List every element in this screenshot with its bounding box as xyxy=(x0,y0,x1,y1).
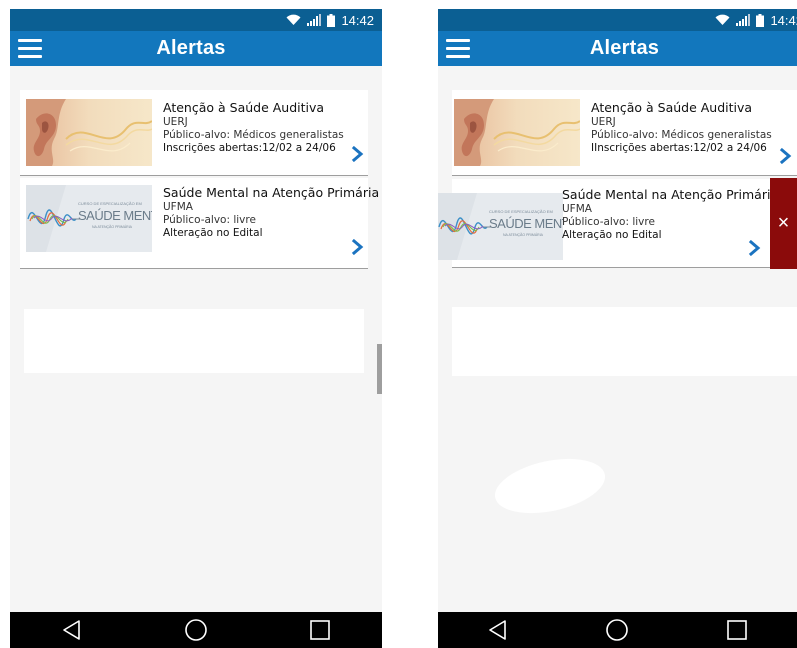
alert-institution: UFMA xyxy=(163,201,193,213)
chevron-right-icon[interactable] xyxy=(748,239,762,257)
alert-status: Alteração no Edital xyxy=(562,229,662,241)
ear-thumbnail xyxy=(26,99,152,166)
alert-institution: UERJ xyxy=(591,116,616,128)
logo-caption-top: CURSO DE ESPECIALIZAÇÃO EM xyxy=(78,201,142,206)
alerts-list: Atenção à Saúde Auditiva UERJ Público-al… xyxy=(10,66,382,612)
status-bar: 14:42 xyxy=(438,9,797,31)
logo-wordmark: SAÚDE MENTAL xyxy=(78,208,152,223)
logo-caption-bottom: NA ATENÇÃO PRIMÁRIA xyxy=(92,225,132,229)
status-time: 14:42 xyxy=(770,12,797,28)
back-icon[interactable] xyxy=(52,615,92,645)
alert-text: Saúde Mental na Atenção Primária UFMA Pú… xyxy=(163,184,379,240)
alert-title: Saúde Mental na Atenção Primária xyxy=(163,185,380,200)
battery-icon xyxy=(327,13,336,27)
alert-institution: UFMA xyxy=(562,203,592,215)
battery-icon xyxy=(756,13,765,27)
alert-card[interactable]: Atenção à Saúde Auditiva UERJ Público-al… xyxy=(452,90,797,176)
page-title: Alertas xyxy=(589,37,660,59)
alert-status: Inscrições abertas:12/02 a 24/06 xyxy=(163,142,336,154)
empty-card-placeholder xyxy=(24,309,364,373)
phone-screen-left: 14:42 Alertas Atenção à Saúde Auditiva U… xyxy=(10,9,382,648)
alert-audience: Público-alvo: livre xyxy=(163,214,256,226)
alert-card-swiped[interactable]: CURSO DE ESPECIALIZAÇÃO EM SAÚDE MENTAL … xyxy=(438,179,797,269)
ear-thumbnail xyxy=(454,99,580,166)
android-nav-bar xyxy=(438,612,797,648)
alert-status: Alteração no Edital xyxy=(163,227,263,239)
signal-icon xyxy=(736,14,751,26)
chevron-right-icon[interactable] xyxy=(351,145,365,163)
app-bar: Alertas xyxy=(10,31,382,66)
status-bar: 14:42 xyxy=(10,9,382,31)
alert-audience: Público-alvo: livre xyxy=(562,216,655,228)
touch-highlight xyxy=(490,449,610,523)
alert-card[interactable]: Atenção à Saúde Auditiva UERJ Público-al… xyxy=(20,90,368,176)
recents-icon[interactable] xyxy=(300,615,340,645)
logo-caption-top: CURSO DE ESPECIALIZAÇÃO EM xyxy=(489,209,553,214)
scrollbar[interactable] xyxy=(377,344,382,394)
home-icon[interactable] xyxy=(597,615,637,645)
alert-status: IInscrições abertas:12/02 a 24/06 xyxy=(591,142,767,154)
alert-title: Saúde Mental na Atenção Primária xyxy=(562,187,779,202)
alert-title: Atenção à Saúde Auditiva xyxy=(163,100,325,115)
saude-mental-logo-thumbnail: CURSO DE ESPECIALIZAÇÃO EM SAÚDE MENTAL … xyxy=(26,185,152,252)
alert-audience: Público-alvo: Médicos generalistas xyxy=(591,129,772,141)
wifi-icon xyxy=(286,14,301,26)
logo-caption-bottom: NA ATENÇÃO PRIMÁRIA xyxy=(503,233,543,237)
alert-audience: Público-alvo: Médicos generalistas xyxy=(163,129,344,141)
alert-institution: UERJ xyxy=(163,116,188,128)
alert-text: Saúde Mental na Atenção Primária UFMA Pú… xyxy=(562,186,778,242)
close-icon: × xyxy=(777,212,790,234)
home-icon[interactable] xyxy=(176,615,216,645)
delete-swipe-action[interactable]: × xyxy=(770,178,797,269)
android-nav-bar xyxy=(10,612,382,648)
phone-screen-right: 14:42 Alertas xyxy=(438,9,797,648)
saude-mental-logo-thumbnail: CURSO DE ESPECIALIZAÇÃO EM SAÚDE MENTAL … xyxy=(438,193,563,260)
back-icon[interactable] xyxy=(478,615,518,645)
recents-icon[interactable] xyxy=(717,615,757,645)
logo-wordmark: SAÚDE MENTAL xyxy=(489,216,563,231)
chevron-right-icon[interactable] xyxy=(351,238,365,256)
wifi-icon xyxy=(715,14,730,26)
alerts-list: Atenção à Saúde Auditiva UERJ Público-al… xyxy=(438,66,797,612)
app-bar: Alertas xyxy=(438,31,797,66)
status-time: 14:42 xyxy=(341,12,374,28)
page-title: Alertas xyxy=(156,37,226,59)
chevron-right-icon[interactable] xyxy=(779,147,793,165)
signal-icon xyxy=(307,14,322,26)
alert-text: Atenção à Saúde Auditiva UERJ Público-al… xyxy=(591,99,772,155)
alert-text: Atenção à Saúde Auditiva UERJ Público-al… xyxy=(163,99,344,155)
alert-card[interactable]: CURSO DE ESPECIALIZAÇÃO EM SAÚDE MENTAL … xyxy=(20,178,379,269)
alert-title: Atenção à Saúde Auditiva xyxy=(591,100,753,115)
screenshot-canvas: 14:42 Alertas Atenção à Saúde Auditiva U… xyxy=(0,0,797,648)
empty-card-placeholder xyxy=(452,307,797,376)
